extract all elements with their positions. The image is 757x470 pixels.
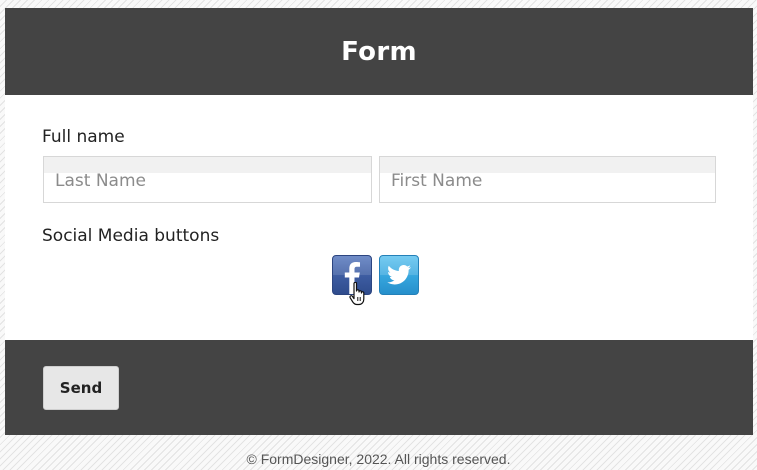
- first-name-input[interactable]: First Name: [379, 156, 716, 203]
- form-body: Full name Last Name First Name Social Me…: [5, 95, 753, 340]
- last-name-input[interactable]: Last Name: [43, 156, 372, 203]
- form-footer: Send: [5, 340, 753, 435]
- twitter-icon: [380, 256, 418, 294]
- full-name-label: Full name: [42, 127, 125, 147]
- form-header: Form: [5, 8, 753, 95]
- twitter-button[interactable]: [379, 255, 419, 295]
- facebook-button[interactable]: [332, 255, 372, 295]
- facebook-icon: [333, 256, 371, 294]
- send-button[interactable]: Send: [43, 366, 119, 410]
- social-media-label: Social Media buttons: [42, 226, 220, 246]
- copyright-text: © FormDesigner, 2022. All rights reserve…: [246, 451, 511, 467]
- social-buttons-row: [332, 255, 419, 295]
- form-card: Form Full name Last Name First Name Soci…: [5, 8, 753, 435]
- form-title: Form: [341, 36, 417, 67]
